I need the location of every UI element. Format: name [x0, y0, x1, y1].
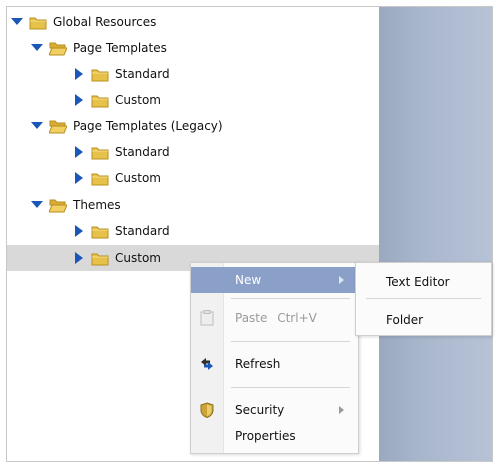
folder-icon	[91, 251, 109, 266]
menu-item-paste[interactable]: Paste Ctrl+V	[191, 305, 358, 331]
triangle-down-icon[interactable]	[31, 42, 43, 54]
tree-node-label: Custom	[115, 171, 161, 185]
tree-node-global-resources[interactable]: Global Resources	[7, 9, 383, 35]
folder-icon	[29, 15, 47, 30]
triangle-right-icon[interactable]	[73, 94, 85, 106]
folder-open-icon	[48, 41, 68, 56]
submenu-item-text-editor[interactable]: Text Editor	[356, 269, 491, 295]
menu-item-label: Refresh	[235, 357, 281, 371]
triangle-down-icon[interactable]	[11, 16, 23, 28]
submenu-item-label: Folder	[386, 313, 424, 327]
folder-icon	[91, 171, 109, 186]
menu-item-properties[interactable]: Properties	[191, 423, 358, 449]
menu-item-security[interactable]: Security	[191, 397, 358, 423]
new-submenu: Text Editor Folder	[355, 262, 492, 336]
tree-node-themes[interactable]: Themes	[7, 192, 403, 218]
triangle-right-icon[interactable]	[73, 225, 85, 237]
chevron-right-icon	[339, 273, 344, 287]
menu-separator	[231, 387, 350, 388]
tree-node-label: Standard	[115, 67, 170, 81]
tree-node-label: Themes	[73, 198, 121, 212]
submenu-separator	[366, 298, 481, 299]
tree-node-label: Page Templates (Legacy)	[73, 119, 223, 133]
menu-item-new[interactable]: New	[191, 267, 358, 293]
shield-icon	[199, 402, 215, 418]
triangle-right-icon[interactable]	[73, 252, 85, 264]
folder-open-icon	[48, 198, 68, 213]
folder-open-icon	[48, 119, 68, 134]
tree-node-label: Global Resources	[53, 15, 157, 29]
menu-separator	[231, 298, 350, 299]
menu-item-label: Properties	[235, 429, 296, 443]
refresh-icon	[199, 356, 215, 372]
menu-item-label: Security	[235, 403, 285, 417]
folder-icon	[91, 145, 109, 160]
tree-node-label: Custom	[115, 251, 161, 265]
menu-separator	[231, 341, 350, 342]
tree-node-page-templates-legacy[interactable]: Page Templates (Legacy)	[7, 113, 403, 139]
context-menu: New Paste Ctrl+V Refresh Security Proper…	[190, 262, 359, 454]
tree-node-label: Page Templates	[73, 41, 167, 55]
content-pane	[379, 7, 492, 461]
folder-icon	[91, 67, 109, 82]
tree-node-label: Standard	[115, 145, 170, 159]
chevron-right-icon	[339, 403, 344, 417]
triangle-right-icon[interactable]	[73, 146, 85, 158]
submenu-item-folder[interactable]: Folder	[356, 307, 491, 333]
tree-node-page-templates[interactable]: Page Templates	[7, 35, 403, 61]
tree-node-label: Custom	[115, 93, 161, 107]
submenu-item-label: Text Editor	[386, 275, 450, 289]
folder-icon	[91, 93, 109, 108]
tree-node-label: Standard	[115, 224, 170, 238]
triangle-down-icon[interactable]	[31, 120, 43, 132]
triangle-down-icon[interactable]	[31, 199, 43, 211]
menu-item-label: New	[235, 273, 262, 287]
menu-item-refresh[interactable]: Refresh	[191, 351, 358, 377]
menu-item-label: Paste Ctrl+V	[235, 311, 317, 325]
triangle-right-icon[interactable]	[73, 68, 85, 80]
triangle-right-icon[interactable]	[73, 172, 85, 184]
folder-icon	[91, 224, 109, 239]
paste-icon	[199, 310, 215, 326]
paste-label: Paste	[235, 311, 268, 325]
paste-shortcut: Ctrl+V	[277, 311, 317, 325]
